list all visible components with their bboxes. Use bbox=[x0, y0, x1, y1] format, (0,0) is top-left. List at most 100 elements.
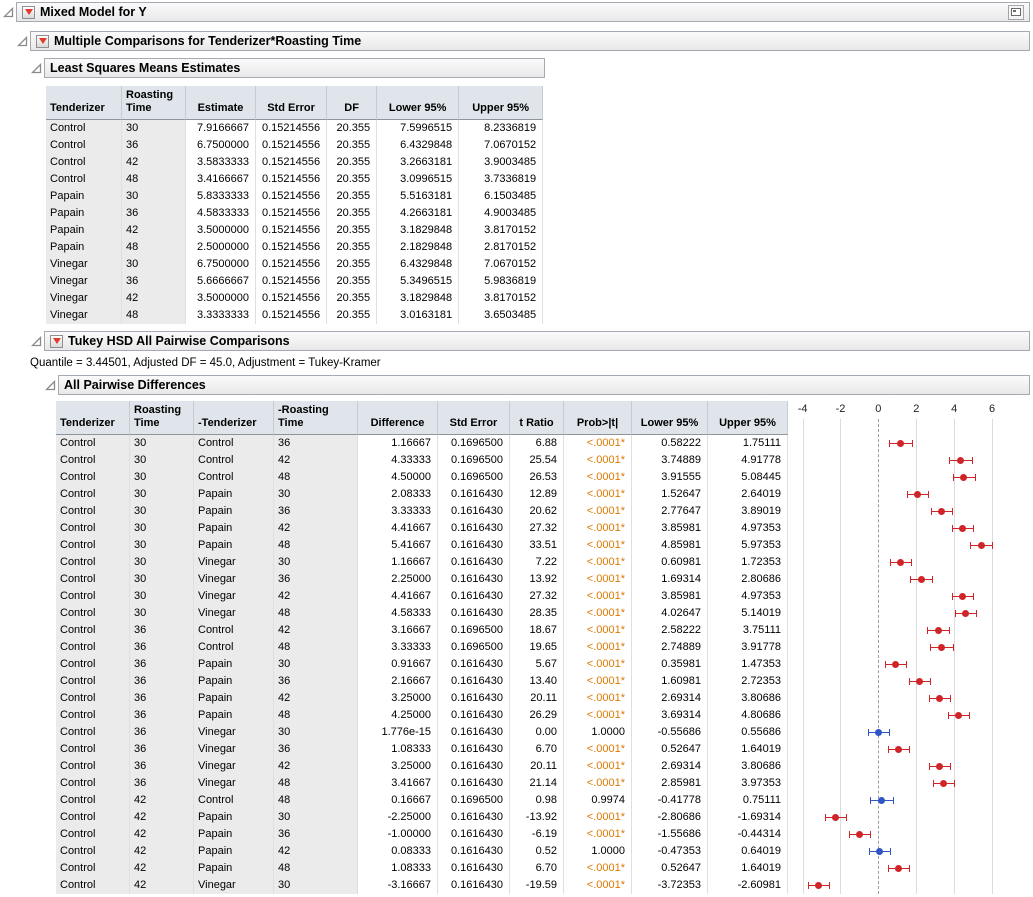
disclosure-triangle-icon[interactable] bbox=[16, 35, 29, 48]
forest-plot[interactable]: -4-20246 bbox=[791, 401, 1015, 894]
cell: 42 bbox=[274, 520, 358, 537]
difference-marker-dot[interactable] bbox=[897, 559, 904, 566]
cell: 6.88 bbox=[510, 435, 564, 452]
cell: 3.75111 bbox=[708, 622, 788, 639]
outline-node-lsmeans: Least Squares Means Estimates bbox=[0, 58, 1033, 78]
red-triangle-menu-icon[interactable] bbox=[36, 35, 49, 48]
difference-marker-dot[interactable] bbox=[914, 491, 921, 498]
cell: 4.25000 bbox=[358, 707, 438, 724]
cell: 30 bbox=[274, 486, 358, 503]
difference-marker-dot[interactable] bbox=[897, 440, 904, 447]
disclosure-triangle-icon[interactable] bbox=[44, 379, 57, 392]
interval-cap bbox=[808, 882, 809, 889]
cell: 0.1696500 bbox=[438, 622, 510, 639]
cell: Vinegar bbox=[194, 605, 274, 622]
cell: 3.85981 bbox=[632, 520, 708, 537]
cell: Control bbox=[56, 826, 130, 843]
difference-marker-dot[interactable] bbox=[895, 746, 902, 753]
cell: Control bbox=[56, 639, 130, 656]
cell: 13.40 bbox=[510, 673, 564, 690]
pairwise-table-container: TenderizerRoasting Time-Tenderizer-Roast… bbox=[56, 401, 788, 894]
cell: 48 bbox=[274, 860, 358, 877]
difference-marker-dot[interactable] bbox=[940, 780, 947, 787]
cell: 0.00 bbox=[510, 724, 564, 741]
jmp-report: Mixed Model for Y Multiple Comparisons f… bbox=[0, 0, 1033, 894]
cell: 13.92 bbox=[510, 571, 564, 588]
table-row: Control42Papain481.083330.16164306.70<.0… bbox=[56, 860, 788, 877]
difference-marker-dot[interactable] bbox=[936, 763, 943, 770]
cell: Control bbox=[46, 120, 122, 137]
cell: Control bbox=[56, 486, 130, 503]
cell: 3.8170152 bbox=[459, 222, 543, 239]
difference-marker-dot[interactable] bbox=[815, 882, 822, 889]
cell: 3.91555 bbox=[632, 469, 708, 486]
cell: 5.8333333 bbox=[186, 188, 256, 205]
difference-marker-dot[interactable] bbox=[959, 593, 966, 600]
cell: 30 bbox=[274, 656, 358, 673]
difference-marker-dot[interactable] bbox=[876, 848, 883, 855]
difference-marker-dot[interactable] bbox=[962, 610, 969, 617]
cell: 3.33333 bbox=[358, 639, 438, 656]
cell: -1.69314 bbox=[708, 809, 788, 826]
window-options-icon[interactable] bbox=[1008, 5, 1024, 20]
cell: 20.355 bbox=[327, 290, 377, 307]
cell: 0.91667 bbox=[358, 656, 438, 673]
red-triangle-menu-icon[interactable] bbox=[22, 6, 35, 19]
difference-marker-dot[interactable] bbox=[832, 814, 839, 821]
cell: <.0001* bbox=[564, 571, 632, 588]
difference-marker-dot[interactable] bbox=[918, 576, 925, 583]
difference-marker-dot[interactable] bbox=[878, 797, 885, 804]
cell: 30 bbox=[274, 724, 358, 741]
cell: 2.64019 bbox=[708, 486, 788, 503]
difference-marker-dot[interactable] bbox=[955, 712, 962, 719]
cell: 1.16667 bbox=[358, 554, 438, 571]
interval-cap bbox=[907, 491, 908, 498]
difference-marker-dot[interactable] bbox=[960, 474, 967, 481]
interval-cap bbox=[929, 695, 930, 702]
difference-marker-dot[interactable] bbox=[895, 865, 902, 872]
disclosure-triangle-icon[interactable] bbox=[30, 335, 43, 348]
table-row: Control423.58333330.1521455620.3553.2663… bbox=[46, 154, 543, 171]
table-row: Control30Vinegar484.583330.161643028.35<… bbox=[56, 605, 788, 622]
disclosure-triangle-icon[interactable] bbox=[2, 6, 15, 19]
difference-marker-dot[interactable] bbox=[936, 695, 943, 702]
difference-marker-dot[interactable] bbox=[957, 457, 964, 464]
interval-cap bbox=[973, 525, 974, 532]
cell: 20.355 bbox=[327, 120, 377, 137]
interval-cap bbox=[889, 440, 890, 447]
column-header: Difference bbox=[358, 401, 438, 435]
cell: 20.62 bbox=[510, 503, 564, 520]
disclosure-triangle-icon[interactable] bbox=[30, 62, 43, 75]
cell: Papain bbox=[194, 673, 274, 690]
difference-marker-dot[interactable] bbox=[978, 542, 985, 549]
cell: 30 bbox=[274, 809, 358, 826]
cell: Control bbox=[194, 792, 274, 809]
cell: 3.41667 bbox=[358, 775, 438, 792]
table-row: Control36Control483.333330.169650019.65<… bbox=[56, 639, 788, 656]
table-row: Control30Papain485.416670.161643033.51<.… bbox=[56, 537, 788, 554]
red-triangle-menu-icon[interactable] bbox=[50, 335, 63, 348]
cell: <.0001* bbox=[564, 877, 632, 894]
table-row: Control36Papain423.250000.161643020.11<.… bbox=[56, 690, 788, 707]
difference-marker-dot[interactable] bbox=[892, 661, 899, 668]
red-triangle-glyph bbox=[53, 338, 61, 344]
cell: 0.15214556 bbox=[256, 307, 327, 324]
cell: 2.74889 bbox=[632, 639, 708, 656]
difference-marker-dot[interactable] bbox=[875, 729, 882, 736]
cell: 4.80686 bbox=[708, 707, 788, 724]
cell: Papain bbox=[194, 843, 274, 860]
cell: 30 bbox=[130, 452, 194, 469]
table-row: Papain482.50000000.1521455620.3552.18298… bbox=[46, 239, 543, 256]
difference-marker-dot[interactable] bbox=[856, 831, 863, 838]
difference-marker-dot[interactable] bbox=[938, 644, 945, 651]
cell: Control bbox=[194, 469, 274, 486]
cell: <.0001* bbox=[564, 588, 632, 605]
cell: 18.67 bbox=[510, 622, 564, 639]
cell: 36 bbox=[130, 741, 194, 758]
difference-marker-dot[interactable] bbox=[935, 627, 942, 634]
difference-marker-dot[interactable] bbox=[938, 508, 945, 515]
interval-cap bbox=[933, 780, 934, 787]
table-row: Control36Vinegar483.416670.161643021.14<… bbox=[56, 775, 788, 792]
difference-marker-dot[interactable] bbox=[959, 525, 966, 532]
difference-marker-dot[interactable] bbox=[916, 678, 923, 685]
